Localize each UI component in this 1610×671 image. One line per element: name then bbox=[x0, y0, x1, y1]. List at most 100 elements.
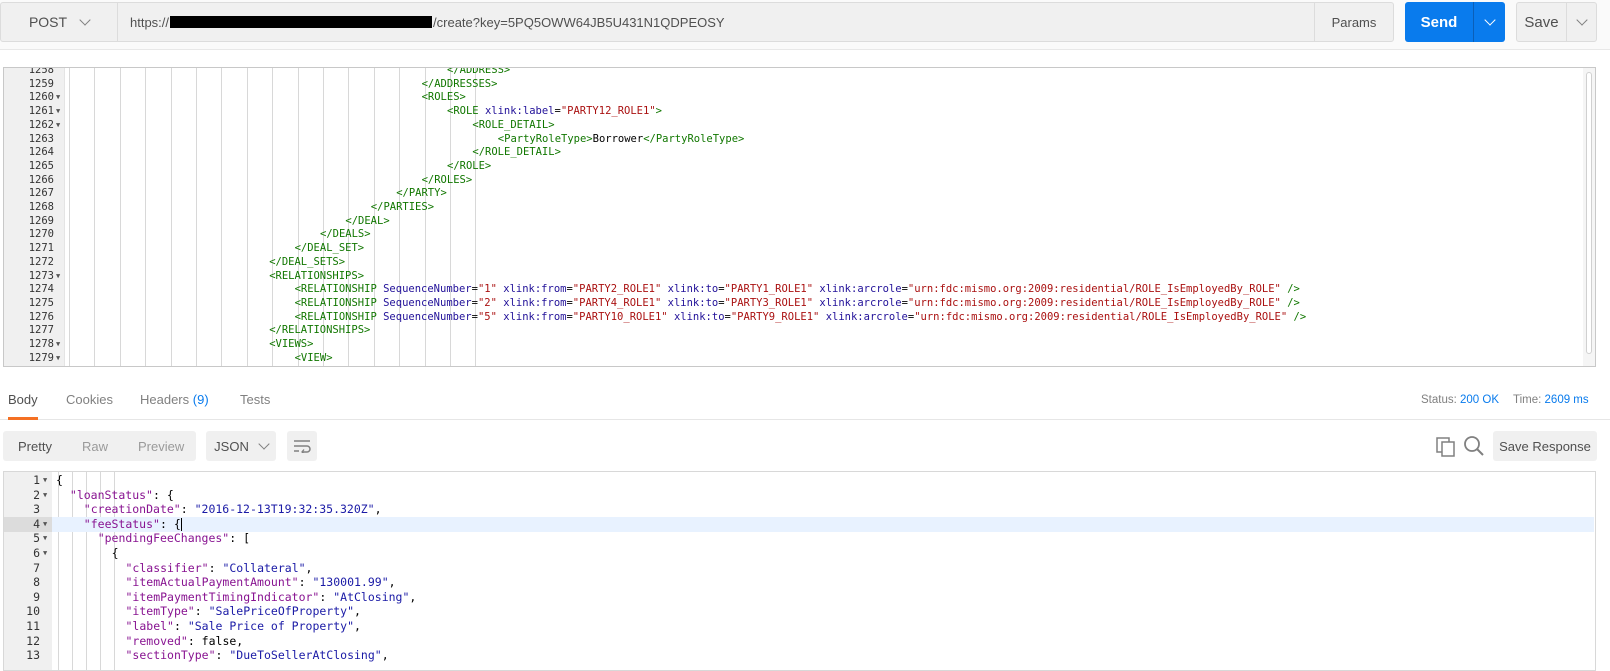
search-icon[interactable] bbox=[1463, 435, 1485, 457]
request-body-editor[interactable]: 1258 </ADDRESS> 1259 </ADDRESSES> 1260 ▼ <ROLE… bbox=[3, 67, 1596, 367]
line-number: 1268 bbox=[28, 201, 54, 213]
tab-headers[interactable]: Headers (9) bbox=[140, 380, 209, 420]
params-button[interactable]: Params bbox=[1314, 2, 1394, 42]
code-token: "urn:fdc:mismo.org:2009:residential/ROLE… bbox=[907, 296, 1281, 309]
code-text: <RELATIONSHIP SequenceNumber="2" xlink:f… bbox=[295, 296, 1300, 310]
line-number: 2 bbox=[33, 487, 40, 502]
code-token: : bbox=[298, 575, 313, 590]
code-token: { bbox=[111, 546, 119, 560]
code-token: "DueToSellerAtClosing" bbox=[229, 648, 382, 663]
code-token: <ROLE bbox=[447, 105, 485, 118]
code-token: "PARTY9_ROLE1" bbox=[730, 310, 820, 323]
code-token: "itemPaymentTimingIndicator" bbox=[125, 589, 320, 604]
line-number: 1276 bbox=[28, 310, 54, 323]
code-line: 1263 <PartyRoleType>Borrower</PartyRoleTy… bbox=[4, 132, 1564, 146]
fold-arrow-icon[interactable]: ▼ bbox=[43, 473, 47, 488]
line-number: 1258 bbox=[28, 67, 54, 76]
code-token: "itemActualPaymentAmount" bbox=[125, 575, 299, 590]
fold-arrow-icon[interactable]: ▼ bbox=[43, 488, 47, 503]
code-text: "feeStatus": { bbox=[84, 517, 182, 532]
wrap-lines-button[interactable] bbox=[287, 431, 317, 461]
fold-arrow-icon[interactable]: ▼ bbox=[43, 531, 47, 546]
tab-body[interactable]: Body bbox=[8, 380, 38, 420]
fold-arrow-icon[interactable]: ▼ bbox=[56, 90, 60, 104]
code-line: 1264 </ROLE_DETAIL> bbox=[4, 145, 1564, 159]
code-line: 13 "sectionType": "DueToSellerAtClosing", bbox=[4, 648, 1594, 663]
code-text: <VIEWS> bbox=[269, 337, 313, 351]
preview-button[interactable]: Preview bbox=[123, 439, 199, 454]
copy-icon[interactable] bbox=[1435, 436, 1457, 458]
code-token: xlink:arcrole bbox=[819, 283, 902, 296]
code-token: "1" bbox=[477, 283, 497, 296]
response-body-editor[interactable]: 1 ▼{2 ▼ "loanStatus": {3 "creationDate": "20… bbox=[3, 471, 1596, 671]
line-number: 1274 bbox=[28, 283, 54, 296]
code-text: </PARTIES> bbox=[371, 200, 434, 214]
fold-arrow-icon[interactable]: ▼ bbox=[56, 104, 60, 118]
line-number: 1275 bbox=[28, 296, 54, 309]
status-label: Status: bbox=[1421, 394, 1457, 406]
code-token: <RELATIONSHIP bbox=[294, 296, 384, 309]
code-line: 1270 </DEALS> bbox=[4, 227, 1564, 241]
code-token: xlink:from bbox=[503, 283, 567, 296]
code-token: <RELATIONSHIP bbox=[294, 310, 384, 323]
send-button[interactable]: Send bbox=[1405, 2, 1473, 42]
tab-cookies[interactable]: Cookies bbox=[66, 380, 113, 420]
pretty-button[interactable]: Pretty bbox=[3, 439, 67, 454]
fold-arrow-icon[interactable]: ▼ bbox=[56, 269, 60, 283]
wrap-lines-icon bbox=[294, 440, 311, 453]
save-button-group: Save bbox=[1516, 2, 1597, 42]
fold-arrow-icon[interactable]: ▼ bbox=[56, 337, 60, 351]
url-input[interactable]: https:// /create?key=5PQ5OWW64JB5U431N1Q… bbox=[118, 2, 1314, 42]
time-value: 2609 ms bbox=[1544, 394, 1589, 406]
request-scrollbar-thumb[interactable] bbox=[1586, 72, 1592, 354]
code-token: SequenceNumber bbox=[383, 310, 472, 323]
fold-arrow-icon[interactable]: ▼ bbox=[56, 351, 60, 365]
request-scrollbar[interactable] bbox=[1583, 68, 1595, 366]
code-text: <RELATIONSHIP SequenceNumber="1" xlink:f… bbox=[295, 282, 1300, 296]
code-text: <VIEW> bbox=[295, 351, 333, 365]
code-token: "Sale Price of Property" bbox=[187, 619, 354, 633]
code-token: xlink:label bbox=[484, 105, 555, 118]
tab-tests[interactable]: Tests bbox=[240, 380, 270, 420]
code-token: xlink:to bbox=[667, 283, 719, 296]
code-text: </DEAL> bbox=[345, 214, 389, 228]
code-text: </DEAL_SET> bbox=[295, 241, 365, 255]
code-token: SequenceNumber bbox=[383, 296, 472, 309]
line-number: 1264 bbox=[28, 146, 54, 159]
fold-arrow-icon[interactable]: ▼ bbox=[43, 517, 47, 532]
fold-arrow-icon[interactable]: ▼ bbox=[56, 118, 60, 132]
code-token: </ROLE> bbox=[447, 159, 492, 172]
code-line: 3 "creationDate": "2016-12-13T19:32:35.32… bbox=[4, 502, 1594, 517]
code-token: </ADDRESSES> bbox=[421, 77, 498, 90]
code-line: 1273 ▼ <RELATIONSHIPS> bbox=[4, 269, 1564, 283]
code-token: <RELATIONSHIPS> bbox=[269, 269, 365, 282]
line-number: 1269 bbox=[28, 214, 54, 227]
headers-count-badge: (9) bbox=[192, 392, 209, 407]
line-number: 10 bbox=[26, 604, 40, 619]
send-dropdown-button[interactable] bbox=[1473, 2, 1505, 42]
code-text: "loanStatus": { bbox=[70, 488, 174, 503]
save-dropdown-button[interactable] bbox=[1566, 3, 1596, 41]
save-button[interactable]: Save bbox=[1517, 3, 1566, 41]
code-text: "sectionType": "DueToSellerAtClosing", bbox=[126, 648, 389, 663]
raw-button[interactable]: Raw bbox=[67, 439, 123, 454]
code-token: <RELATIONSHIP bbox=[294, 283, 384, 296]
save-response-button[interactable]: Save Response bbox=[1493, 431, 1597, 461]
code-text: </ADDRESS> bbox=[447, 68, 510, 77]
code-line: 1258 </ADDRESS> bbox=[4, 67, 1564, 77]
fold-arrow-icon[interactable]: ▼ bbox=[43, 546, 47, 561]
line-number: 12 bbox=[26, 633, 40, 648]
code-token: "AtClosing" bbox=[333, 589, 410, 604]
line-number: 4 bbox=[33, 516, 40, 531]
method-select[interactable]: POST bbox=[0, 2, 118, 42]
code-line: 6 ▼ { bbox=[4, 546, 1594, 561]
url-prefix: https:// bbox=[130, 14, 170, 30]
code-token: </DEAL_SET> bbox=[294, 242, 365, 255]
format-select[interactable]: JSON bbox=[206, 431, 276, 461]
line-number: 1262 bbox=[28, 118, 54, 131]
line-number: 1259 bbox=[28, 77, 54, 90]
code-token: "PARTY2_ROLE1" bbox=[572, 283, 662, 296]
line-number: 1266 bbox=[28, 173, 54, 186]
chevron-down-icon bbox=[79, 13, 91, 26]
code-token: "Collateral" bbox=[222, 560, 306, 575]
